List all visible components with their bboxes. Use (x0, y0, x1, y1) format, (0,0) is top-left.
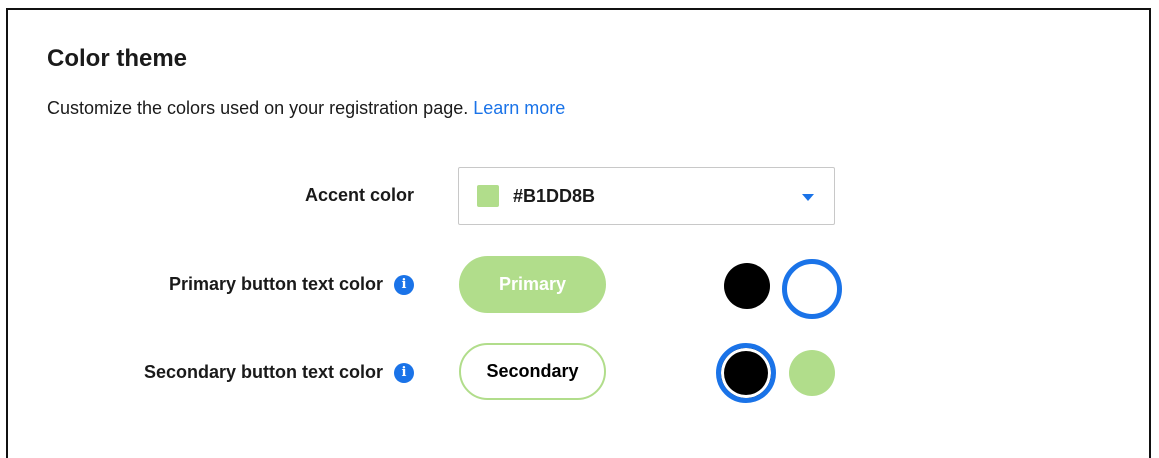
secondary-text-color-label-text: Secondary button text color (143, 362, 383, 382)
primary-text-color-white[interactable] (782, 259, 842, 319)
primary-text-color-black[interactable] (724, 263, 770, 309)
secondary-text-color-accent[interactable] (789, 350, 835, 396)
info-icon[interactable]: i (394, 362, 414, 383)
caret-down-icon (802, 194, 814, 201)
accent-color-swatch (477, 185, 499, 207)
primary-button-preview: Primary (459, 256, 606, 313)
description-text: Customize the colors used on your regist… (47, 98, 469, 118)
accent-color-value: #B1DD8B (513, 185, 596, 206)
section-title: Color theme (47, 45, 188, 72)
accent-color-label: Accent color (305, 185, 414, 206)
info-icon[interactable]: i (394, 274, 414, 295)
section-description: Customize the colors used on your regist… (47, 98, 565, 119)
learn-more-link[interactable]: Learn more (473, 98, 565, 118)
secondary-text-color-label: Secondary button text color i (144, 362, 414, 383)
accent-color-select[interactable]: #B1DD8B (458, 167, 835, 225)
primary-text-color-label-text: Primary button text color (168, 274, 383, 294)
secondary-text-color-black[interactable] (716, 343, 776, 403)
accent-color-label-text: Accent color (304, 185, 414, 205)
secondary-button-preview: Secondary (459, 343, 606, 400)
primary-text-color-label: Primary button text color i (169, 274, 414, 295)
